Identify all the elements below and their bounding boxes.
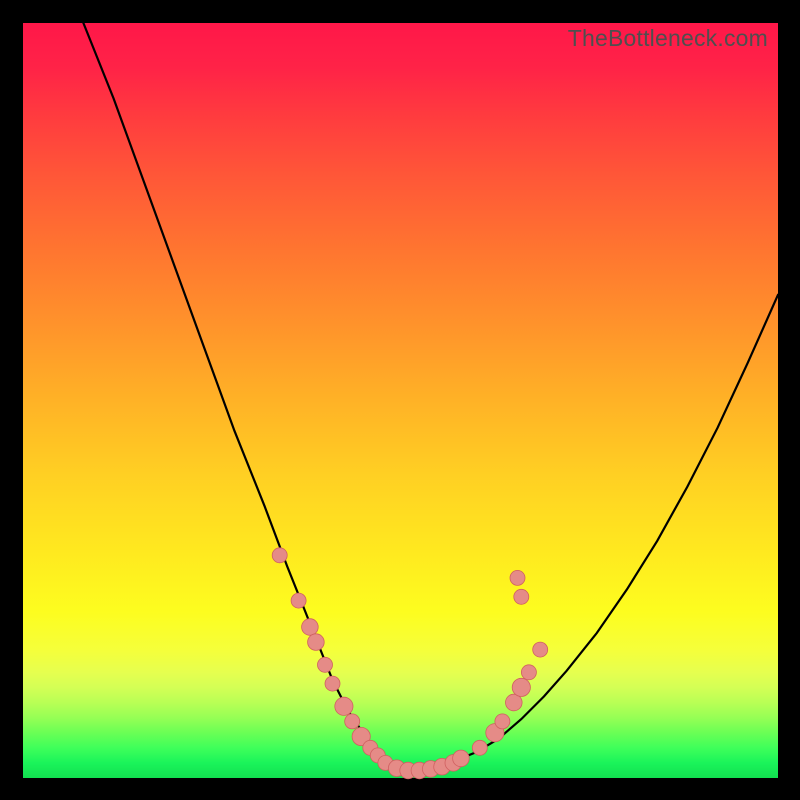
data-marker: [510, 570, 525, 585]
data-marker: [308, 634, 325, 651]
data-marker: [514, 589, 529, 604]
data-marker: [318, 657, 333, 672]
data-marker: [302, 619, 319, 636]
data-marker: [512, 678, 530, 696]
data-marker: [533, 642, 548, 657]
data-marker: [291, 593, 306, 608]
data-marker: [325, 676, 340, 691]
chart-frame: TheBottleneck.com: [0, 0, 800, 800]
data-marker: [272, 548, 287, 563]
data-markers: [272, 548, 548, 779]
right-curve: [408, 295, 778, 771]
left-curve: [83, 23, 408, 771]
data-marker: [472, 740, 487, 755]
data-marker: [453, 750, 470, 767]
data-marker: [521, 665, 536, 680]
data-marker: [345, 714, 360, 729]
plot-area: TheBottleneck.com: [23, 23, 778, 778]
data-marker: [495, 714, 510, 729]
chart-svg: [23, 23, 778, 778]
data-marker: [335, 697, 353, 715]
